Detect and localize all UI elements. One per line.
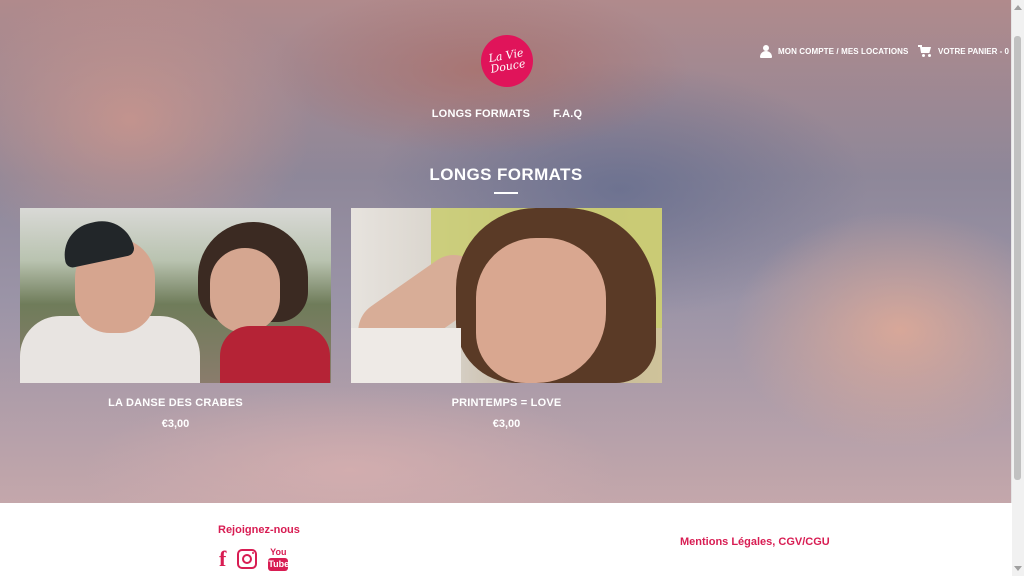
account-label: MON COMPTE / MES LOCATIONS	[778, 47, 909, 56]
section-title: LONGS FORMATS	[429, 165, 583, 184]
scrollbar[interactable]	[1011, 0, 1024, 576]
product-thumbnail[interactable]	[20, 208, 331, 383]
facebook-icon[interactable]: f	[219, 548, 226, 570]
product-price: €3,00	[161, 418, 190, 430]
cart-icon	[918, 45, 932, 57]
cart-link[interactable]: VOTRE PANIER - 0	[918, 45, 1009, 57]
product-card[interactable]: LA DANSE DES CRABES €3,00	[20, 208, 331, 430]
cart-label: VOTRE PANIER - 0	[938, 46, 1009, 56]
instagram-icon[interactable]	[237, 549, 258, 569]
nav-item-faq[interactable]: F.A.Q	[553, 108, 582, 120]
product-title[interactable]: PRINTEMPS = LOVE	[351, 397, 662, 409]
main-nav: LONGS FORMATS F.A.Q	[0, 108, 1013, 120]
product-thumbnail[interactable]	[351, 208, 662, 383]
scroll-up-arrow-icon[interactable]	[1014, 5, 1022, 10]
nav-item-longs-formats[interactable]: LONGS FORMATS	[432, 108, 530, 120]
footer: Rejoignez-nous f You Tube Mentions Légal…	[0, 503, 1012, 576]
account-link[interactable]: MON COMPTE / MES LOCATIONS	[760, 45, 908, 58]
title-underline	[494, 192, 518, 194]
product-title[interactable]: LA DANSE DES CRABES	[20, 397, 331, 409]
user-icon	[760, 45, 772, 58]
product-card[interactable]: PRINTEMPS = LOVE €3,00	[351, 208, 662, 430]
scroll-down-arrow-icon[interactable]	[1014, 566, 1022, 571]
legal-link[interactable]: Mentions Légales, CGV/CGU	[680, 536, 830, 548]
social-links: f You Tube	[219, 548, 289, 571]
product-price: €3,00	[492, 418, 521, 430]
join-us-heading: Rejoignez-nous	[218, 524, 300, 536]
youtube-icon[interactable]: You Tube	[268, 548, 289, 571]
scrollbar-thumb[interactable]	[1014, 36, 1021, 480]
